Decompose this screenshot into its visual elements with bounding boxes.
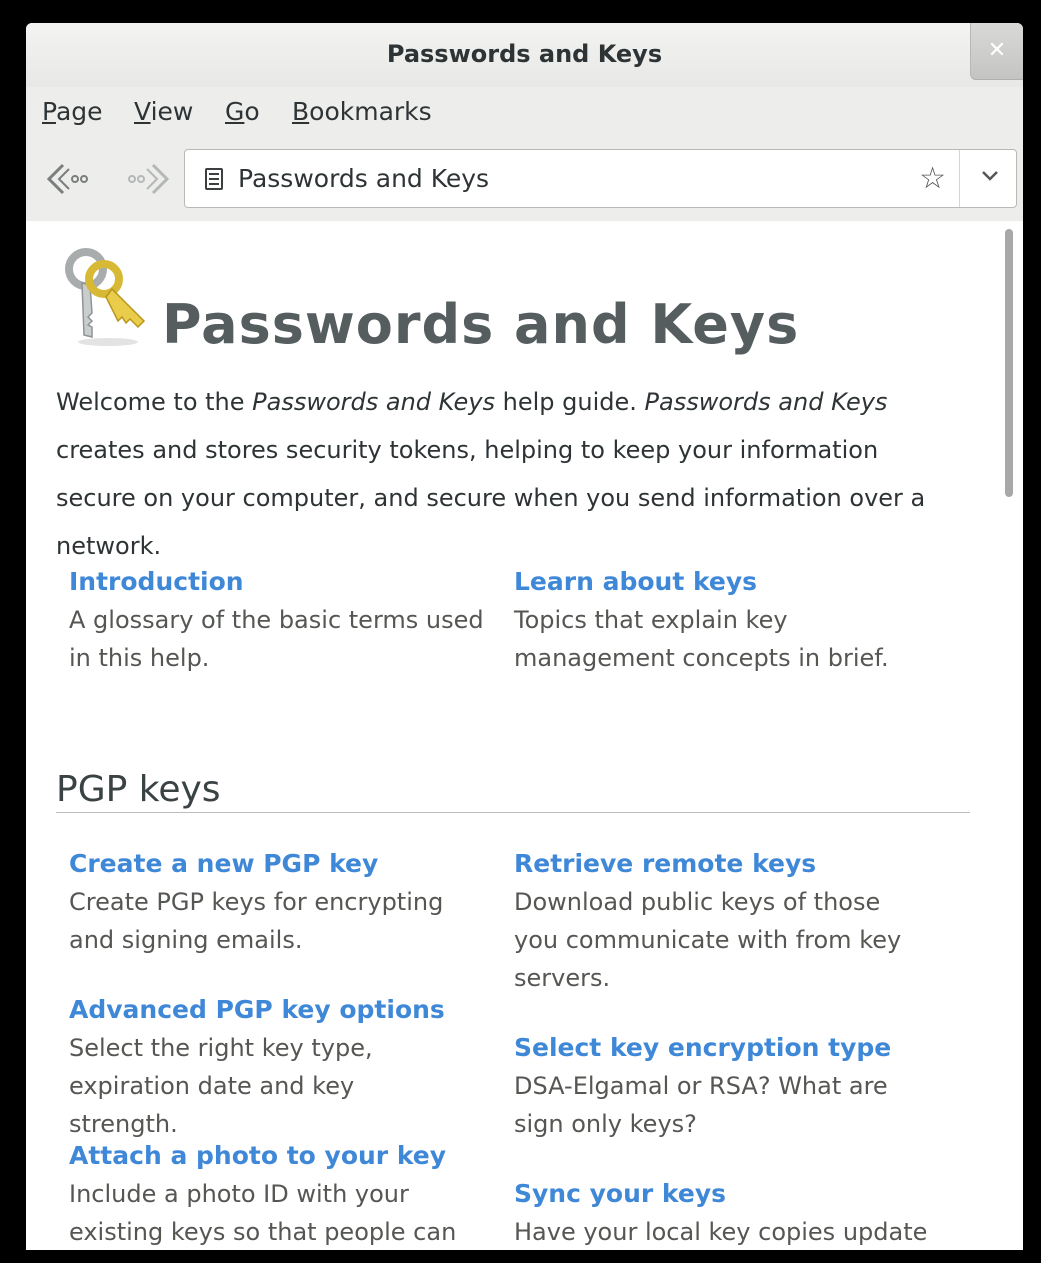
menu-page[interactable]: Page [42, 97, 103, 126]
link-description: Create PGP keys for encrypting and signi… [69, 888, 444, 954]
back-arrow-icon [46, 163, 88, 195]
menu-bar: Page View Go Bookmarks [26, 87, 1023, 145]
location-divider [959, 150, 960, 207]
intro-paragraph: Welcome to the Passwords and Keys help g… [56, 388, 926, 560]
toolbar: Passwords and Keys ☆ [26, 145, 1023, 222]
keys-icon [65, 248, 146, 346]
window-title: Passwords and Keys [386, 40, 663, 68]
scrollbar[interactable] [1005, 229, 1013, 497]
topic-learn-about-keys: Learn about keys Topics that explain key… [514, 563, 894, 677]
link-description: Topics that explain key management conce… [514, 606, 889, 672]
link-retrieve-remote-keys[interactable]: Retrieve remote keys [514, 845, 904, 883]
topic-introduction: Introduction A glossary of the basic ter… [69, 563, 489, 677]
link-description: Download public keys of those you commun… [514, 888, 902, 992]
link-sync-keys[interactable]: Sync your keys [514, 1175, 934, 1213]
topic-retrieve-remote-keys: Retrieve remote keys Download public key… [514, 845, 904, 997]
topic-key-encryption-type: Select key encryption type DSA-Elgamal o… [514, 1029, 904, 1143]
link-description: Include a photo ID with your existing ke… [69, 1180, 457, 1246]
link-description: A glossary of the basic terms used in th… [69, 606, 484, 672]
topic-create-pgp-key: Create a new PGP key Create PGP keys for… [69, 845, 469, 959]
title-bar[interactable]: Passwords and Keys ✕ [26, 23, 1023, 87]
page-title: Passwords and Keys [162, 293, 800, 356]
help-window: Passwords and Keys ✕ Page View Go Bookma… [26, 23, 1023, 1250]
link-key-encryption-type[interactable]: Select key encryption type [514, 1029, 904, 1067]
topic-sync-keys: Sync your keys Have your local key copie… [514, 1175, 934, 1250]
menu-go[interactable]: Go [225, 97, 260, 126]
link-advanced-pgp-options[interactable]: Advanced PGP key options [69, 991, 469, 1029]
section-divider [56, 812, 970, 813]
star-icon[interactable]: ☆ [919, 161, 946, 196]
link-description: Have your local key copies update [514, 1218, 928, 1246]
location-bar[interactable]: Passwords and Keys ☆ [184, 149, 1017, 208]
location-text: Passwords and Keys [238, 164, 490, 193]
link-attach-photo[interactable]: Attach a photo to your key [69, 1137, 469, 1175]
link-description: Select the right key type, expiration da… [69, 1034, 373, 1138]
help-content[interactable]: Passwords and Keys Welcome to the Passwo… [26, 221, 1023, 1250]
menu-bookmarks[interactable]: Bookmarks [292, 97, 432, 126]
back-button[interactable] [44, 159, 92, 203]
link-create-pgp-key[interactable]: Create a new PGP key [69, 845, 469, 883]
forward-button[interactable] [124, 159, 172, 203]
menu-view[interactable]: View [134, 97, 193, 126]
forward-arrow-icon [128, 163, 170, 195]
topic-attach-photo: Attach a photo to your key Include a pho… [69, 1137, 469, 1250]
link-learn-about-keys[interactable]: Learn about keys [514, 563, 894, 601]
section-heading: PGP keys [56, 769, 221, 810]
link-introduction[interactable]: Introduction [69, 563, 489, 601]
close-button[interactable]: ✕ [970, 23, 1023, 80]
topic-advanced-pgp-options: Advanced PGP key options Select the righ… [69, 991, 469, 1143]
document-icon [205, 168, 223, 190]
chevron-down-icon[interactable] [980, 165, 1000, 191]
link-description: DSA-Elgamal or RSA? What are sign only k… [514, 1072, 888, 1138]
